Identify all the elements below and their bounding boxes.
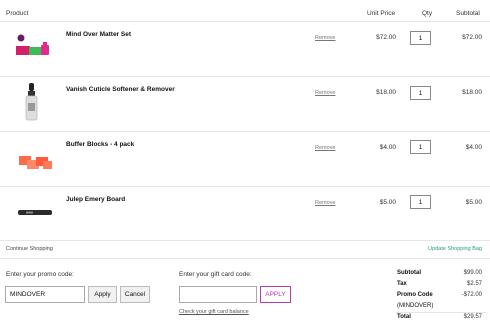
subtotal-label: Subtotal bbox=[397, 270, 421, 276]
total-value: $29.57 bbox=[463, 314, 482, 320]
promo-code-input[interactable] bbox=[5, 286, 85, 303]
tax-label: Tax bbox=[397, 281, 407, 287]
unit-price: $18.00 bbox=[376, 89, 396, 96]
product-name: Mind Over Matter Set bbox=[66, 31, 132, 38]
gift-card-balance-link[interactable]: Check your gift card balance bbox=[179, 309, 249, 315]
product-name: Vanish Cuticle Softener & Remover bbox=[66, 86, 175, 93]
unit-price: $72.00 bbox=[376, 34, 396, 41]
row-divider bbox=[0, 240, 490, 241]
cart-row: Vanish Cuticle Softener & Remover Remove… bbox=[0, 77, 490, 131]
remove-link[interactable]: Remove bbox=[315, 200, 335, 206]
dropper-bottle-image bbox=[10, 81, 54, 125]
nail-polish-set-image bbox=[10, 27, 54, 71]
emery-board-image bbox=[10, 191, 54, 235]
promo-cancel-button[interactable]: Cancel bbox=[120, 286, 150, 303]
cart-row: Buffer Blocks - 4 pack Remove $4.00 $4.0… bbox=[0, 132, 490, 186]
gift-card-input[interactable] bbox=[179, 286, 257, 303]
remove-link[interactable]: Remove bbox=[315, 35, 335, 41]
column-qty: Qty bbox=[422, 10, 433, 17]
cart-row: Julep Emery Board Remove $5.00 $5.00 bbox=[0, 187, 490, 241]
promo-discount-value: -$72.00 bbox=[461, 292, 482, 298]
total-label: Total bbox=[397, 314, 411, 320]
quantity-input[interactable] bbox=[410, 140, 431, 154]
column-product: Product bbox=[6, 10, 29, 17]
buffer-blocks-image bbox=[10, 136, 54, 180]
promo-code-label: Enter your promo code: bbox=[6, 271, 74, 278]
item-subtotal: $4.00 bbox=[465, 144, 482, 151]
unit-price: $5.00 bbox=[379, 199, 396, 206]
product-name: Buffer Blocks - 4 pack bbox=[66, 141, 135, 148]
update-shopping-bag-link[interactable]: Update Shopping Bag bbox=[428, 246, 482, 252]
subtotal-value: $99.00 bbox=[463, 270, 482, 276]
item-subtotal: $18.00 bbox=[462, 89, 482, 96]
tax-value: $2.57 bbox=[466, 281, 482, 287]
applied-promo-code: (MINDOVER) bbox=[397, 303, 434, 309]
item-subtotal: $5.00 bbox=[465, 199, 482, 206]
unit-price: $4.00 bbox=[379, 144, 396, 151]
column-unit-price: Unit Price bbox=[367, 10, 396, 17]
remove-link[interactable]: Remove bbox=[315, 90, 335, 96]
quantity-input[interactable] bbox=[410, 31, 431, 45]
gift-card-label: Enter your gift card code: bbox=[179, 271, 252, 278]
promo-code-total-label: Promo Code bbox=[397, 292, 433, 298]
quantity-input[interactable] bbox=[410, 86, 431, 100]
column-subtotal: Subtotal bbox=[456, 10, 480, 17]
cart-row: Mind Over Matter Set Remove $72.00 $72.0… bbox=[0, 22, 490, 76]
product-name: Julep Emery Board bbox=[66, 196, 126, 203]
item-subtotal: $72.00 bbox=[462, 34, 482, 41]
quantity-input[interactable] bbox=[410, 195, 431, 209]
gift-card-apply-button[interactable]: APPLY bbox=[260, 286, 291, 303]
promo-apply-button[interactable]: Apply bbox=[88, 286, 117, 303]
links-divider bbox=[0, 258, 490, 259]
total-divider bbox=[396, 312, 486, 313]
remove-link[interactable]: Remove bbox=[315, 145, 335, 151]
continue-shopping-link[interactable]: Continue Shopping bbox=[6, 246, 53, 252]
